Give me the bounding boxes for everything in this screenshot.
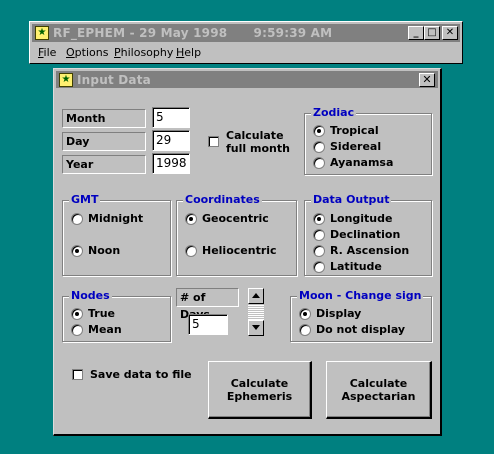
radio-icon <box>313 125 325 137</box>
data-output-title: Data Output <box>311 193 392 207</box>
data-output-group: Data Output Longitude Declination R. Asc… <box>304 193 432 276</box>
app-icon[interactable]: ★ <box>35 26 49 40</box>
calc-full-month-label: Calculate full month <box>226 129 290 155</box>
gmt-title: GMT <box>69 193 101 207</box>
day-field[interactable]: 29 <box>152 130 190 151</box>
close-button[interactable]: ✕ <box>442 26 458 40</box>
main-window-title: RF_EPHEM - 29 May 1998 9:59:39 AM <box>53 26 333 40</box>
dialog-icon[interactable]: ★ <box>59 73 73 87</box>
minimize-icon: _ <box>413 27 419 38</box>
coordinates-group: Coordinates Geocentric Heliocentric <box>176 193 297 276</box>
radio-icon <box>299 308 311 320</box>
arrow-down-icon <box>252 325 260 330</box>
days-decrement-button[interactable] <box>248 320 264 336</box>
arrow-up-icon <box>252 293 260 298</box>
radio-icon <box>313 229 325 241</box>
coordinates-title: Coordinates <box>183 193 262 207</box>
gmt-group: GMT Midnight Noon <box>62 193 171 276</box>
days-label: # of Days <box>176 288 239 321</box>
moon-group: Moon - Change sign Display Do not displa… <box>290 289 432 342</box>
month-field[interactable]: 5 <box>152 107 190 128</box>
day-label: Day <box>62 132 146 151</box>
radio-icon <box>313 141 325 153</box>
menu-bar: File Options Philosophy Help <box>32 44 460 62</box>
days-increment-button[interactable] <box>248 288 264 304</box>
days-spin-track[interactable] <box>248 304 264 320</box>
main-window: ★ RF_EPHEM - 29 May 1998 9:59:39 AM _ □ … <box>29 21 463 64</box>
nodes-title: Nodes <box>69 289 112 303</box>
zodiac-title: Zodiac <box>311 106 357 120</box>
dialog-close-button[interactable]: ✕ <box>419 73 435 87</box>
radio-icon <box>299 324 311 336</box>
save-data-label: Save data to file <box>90 368 192 381</box>
radio-icon <box>71 245 83 257</box>
zodiac-group: Zodiac Tropical Sidereal Ayanamsa <box>304 106 432 175</box>
maximize-icon: □ <box>427 27 437 38</box>
calculate-ephemeris-button[interactable]: Calculate Ephemeris <box>208 361 312 419</box>
menu-help[interactable]: Help <box>176 46 201 59</box>
menu-options[interactable]: Options <box>66 46 108 59</box>
radio-icon <box>313 213 325 225</box>
menu-philosophy[interactable]: Philosophy <box>114 46 173 59</box>
radio-icon <box>185 245 197 257</box>
minimize-button[interactable]: _ <box>408 26 424 40</box>
year-label: Year <box>62 155 146 174</box>
close-icon: ✕ <box>445 27 455 38</box>
days-field[interactable]: 5 <box>188 314 228 335</box>
year-field[interactable]: 1998 <box>152 153 190 174</box>
maximize-button[interactable]: □ <box>424 26 440 40</box>
nodes-group: Nodes True Mean <box>62 289 171 342</box>
close-icon: ✕ <box>422 73 432 86</box>
input-data-dialog: ★ Input Data ✕ Month 5 Day 29 Year 1998 … <box>53 68 442 436</box>
radio-icon <box>313 261 325 273</box>
radio-icon <box>71 308 83 320</box>
main-title-bar[interactable]: ★ RF_EPHEM - 29 May 1998 9:59:39 AM _ □ … <box>32 24 460 42</box>
moon-title: Moon - Change sign <box>297 289 424 303</box>
dialog-title: Input Data <box>77 73 151 87</box>
radio-icon <box>71 213 83 225</box>
menu-file[interactable]: File <box>38 46 56 59</box>
radio-icon <box>71 324 83 336</box>
radio-icon <box>313 245 325 257</box>
calculate-aspectarian-button[interactable]: Calculate Aspectarian <box>326 361 432 419</box>
radio-icon <box>313 157 325 169</box>
radio-icon <box>185 213 197 225</box>
calc-full-month-checkbox[interactable] <box>208 136 219 147</box>
month-label: Month <box>62 109 146 128</box>
save-data-checkbox[interactable] <box>72 369 83 380</box>
dialog-title-bar[interactable]: ★ Input Data ✕ <box>56 71 438 88</box>
